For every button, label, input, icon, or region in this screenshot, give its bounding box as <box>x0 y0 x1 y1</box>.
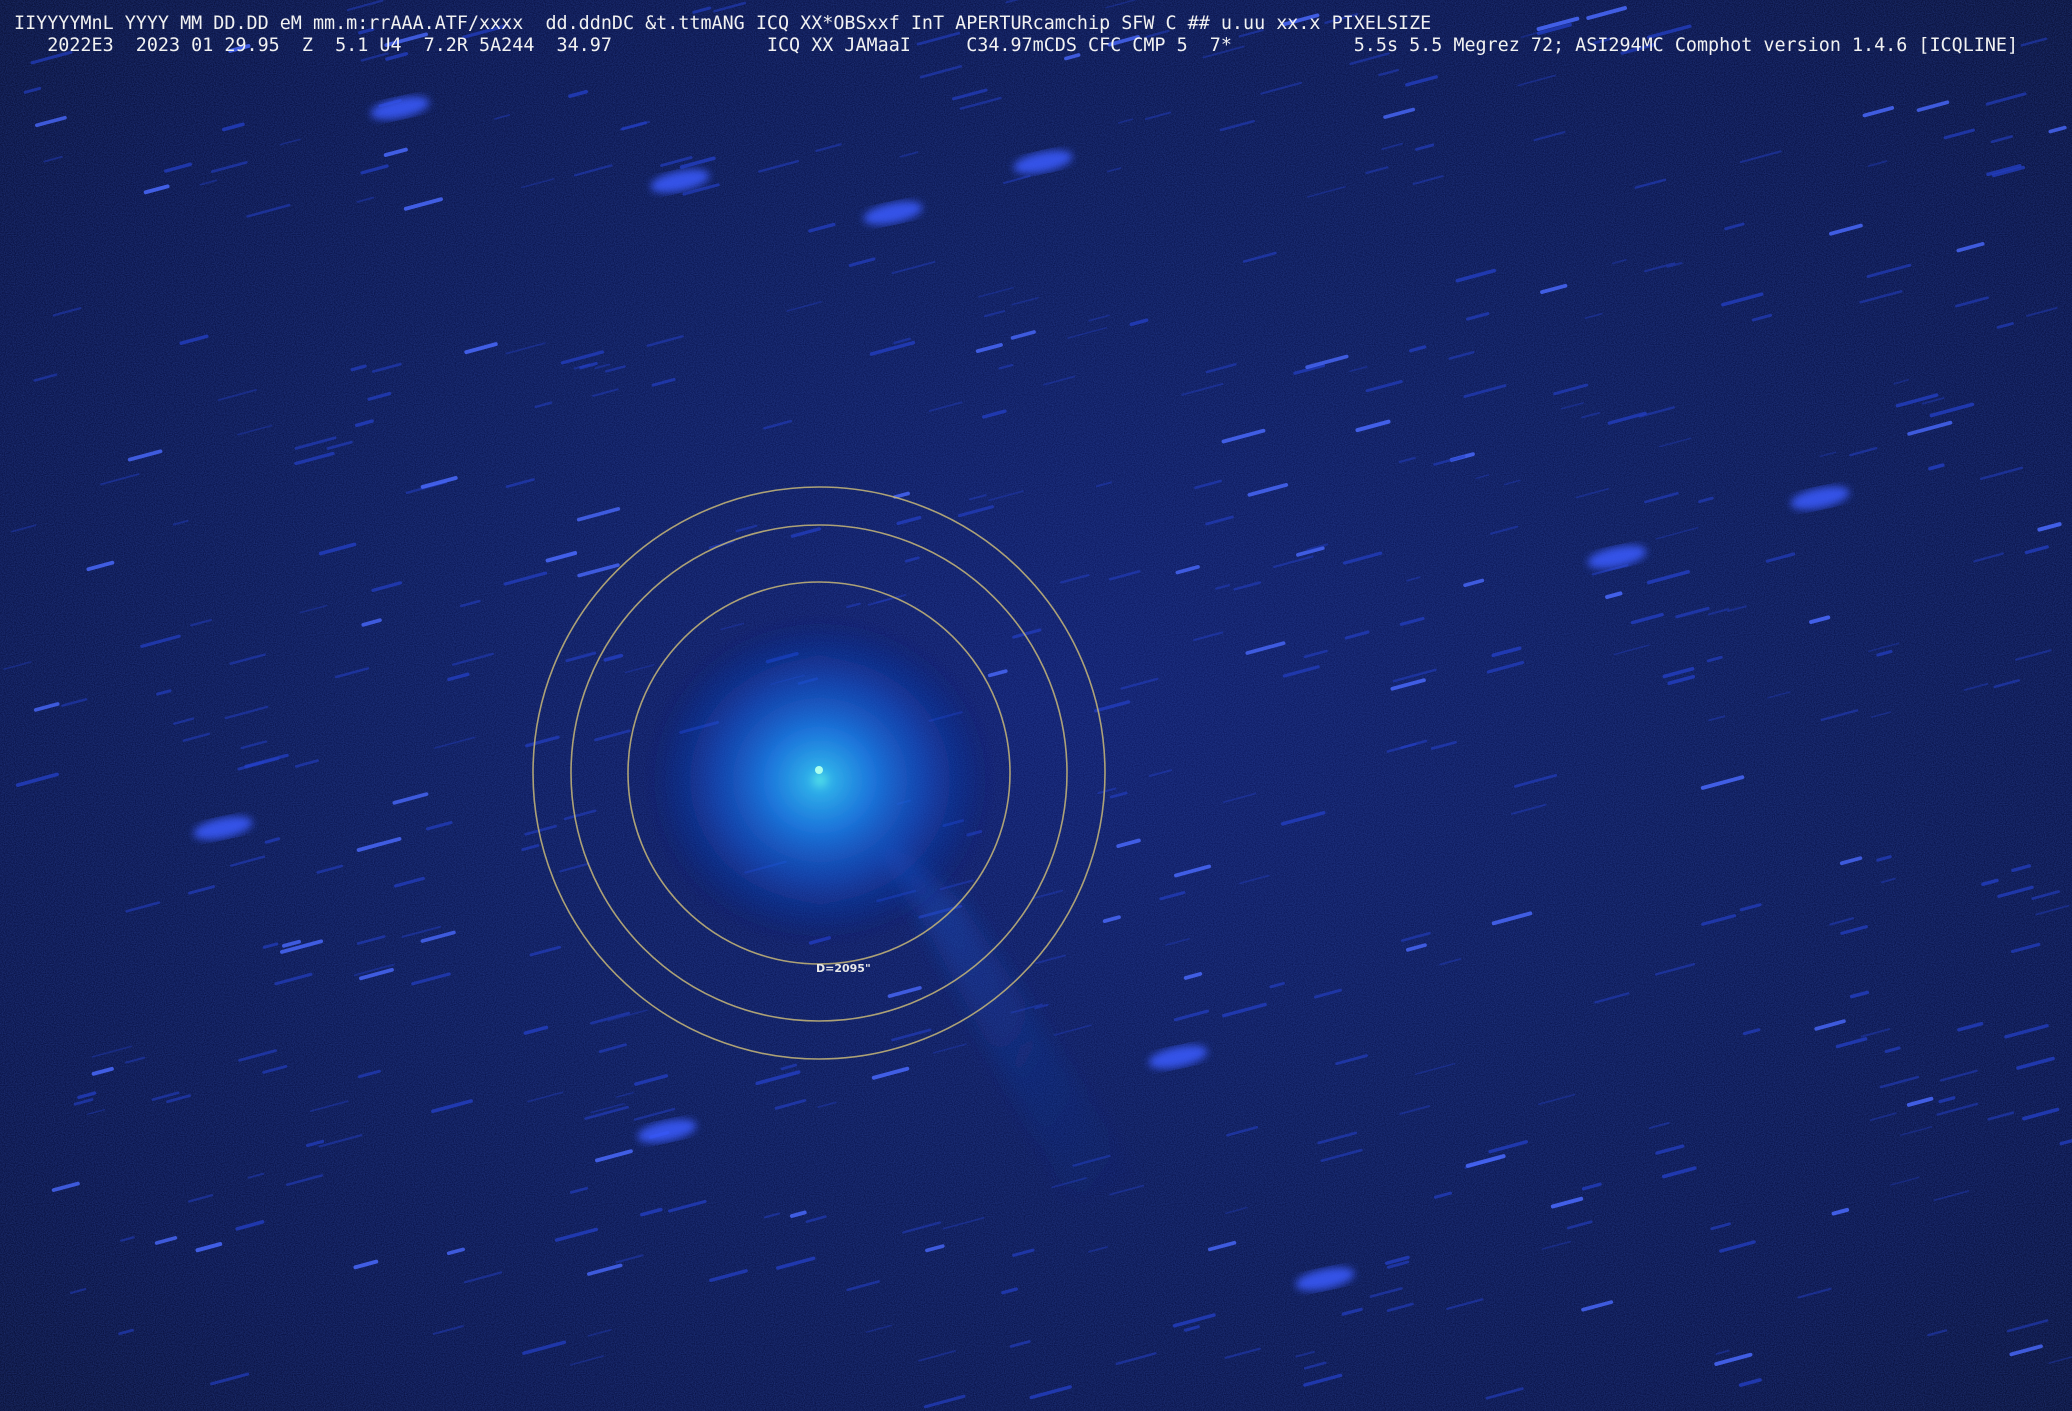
star-field <box>0 0 2072 1411</box>
icq-header-format-line: IIYYYYMnL YYYY MM DD.DD eM mm.m:rrAAA.AT… <box>14 13 1432 34</box>
comet-coma <box>645 615 995 945</box>
comet-image: IIYYYYMnL YYYY MM DD.DD eM mm.m:rrAAA.AT… <box>0 0 2072 1411</box>
aperture-diameter-label: D=2095" <box>816 962 871 975</box>
icq-observation-line: 2022E3 2023 01 29.95 Z 5.1 U4 7.2R 5A244… <box>14 35 2019 56</box>
comet-nucleus <box>815 766 823 774</box>
